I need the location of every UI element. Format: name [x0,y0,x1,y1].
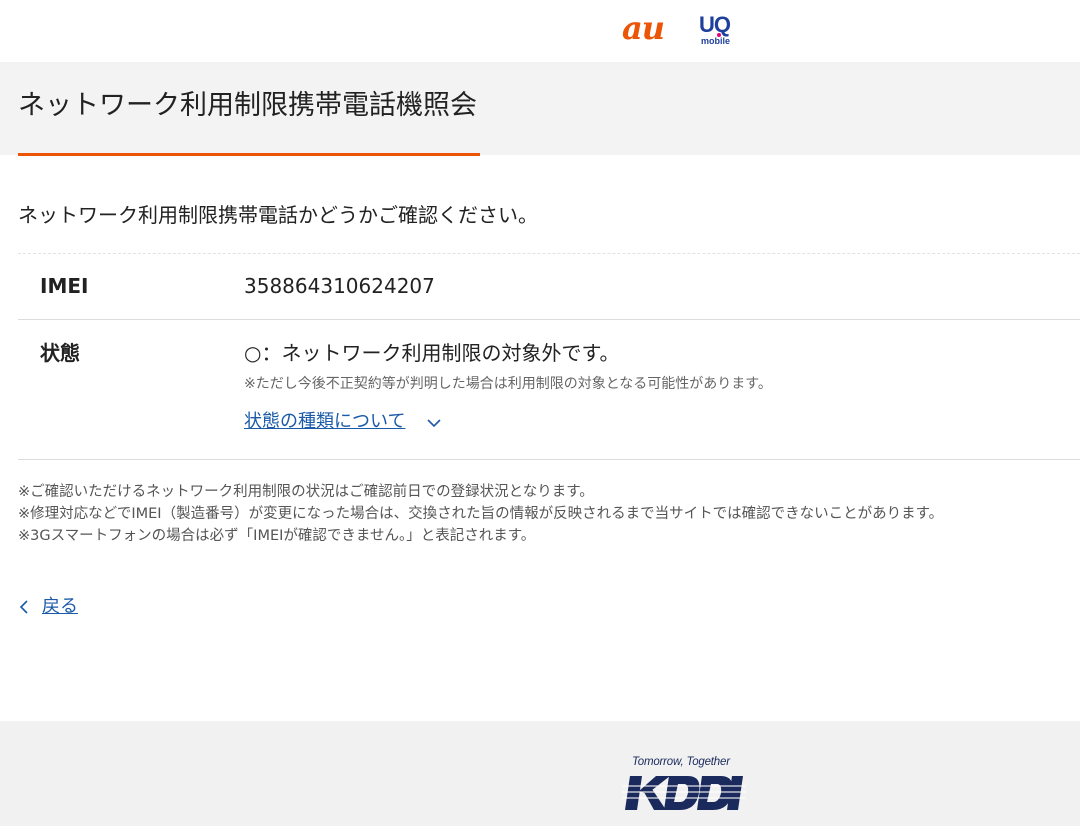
chevron-down-icon[interactable] [425,414,443,432]
table-bottom-divider [18,459,1080,460]
table-top-divider [18,253,1080,254]
title-underline [18,153,480,156]
footer [0,721,1080,826]
footnote-item: ※3Gスマートフォンの場合は必ず「IMEIが確認できません。」と表記されます。 [18,528,536,544]
uq-mobile-logo[interactable]: UQ mobile [697,13,741,47]
back-link-label: 戻る [42,596,78,617]
status-value: ○：ネットワーク利用制限の対象外です。 [244,341,620,365]
status-types-link[interactable]: 状態の種類について [244,409,405,435]
chevron-left-icon [19,600,28,614]
imei-value: 358864310624207 [244,274,435,298]
kddi-tagline: Tomorrow, Together [632,756,730,768]
footnotes: ※ご確認いただけるネットワーク利用制限の状況はご確認前日での登録状況となります。… [18,481,1080,547]
status-label: 状態 [40,341,80,365]
uq-logo-subtext: mobile [701,36,731,46]
uq-logo-text: UQ [699,12,731,37]
footnote-item: ※ご確認いただけるネットワーク利用制限の状況はご確認前日での登録状況となります。 [18,484,594,500]
footnote-item: ※修理対応などでIMEI（製造番号）が変更になった場合は、交換された旨の情報が反… [18,506,944,522]
kddi-logo[interactable] [622,772,746,814]
top-header: au UQ mobile [0,0,1080,62]
page-title: ネットワーク利用制限携帯電話機照会 [18,90,477,121]
row-divider [18,319,1080,320]
intro-text: ネットワーク利用制限携帯電話かどうかご確認ください。 [18,203,538,227]
au-logo[interactable]: au [622,12,665,44]
status-note: ※ただし今後不正契約等が判明した場合は利用制限の対象となる可能性があります。 [244,376,772,392]
imei-label: IMEI [40,274,89,298]
